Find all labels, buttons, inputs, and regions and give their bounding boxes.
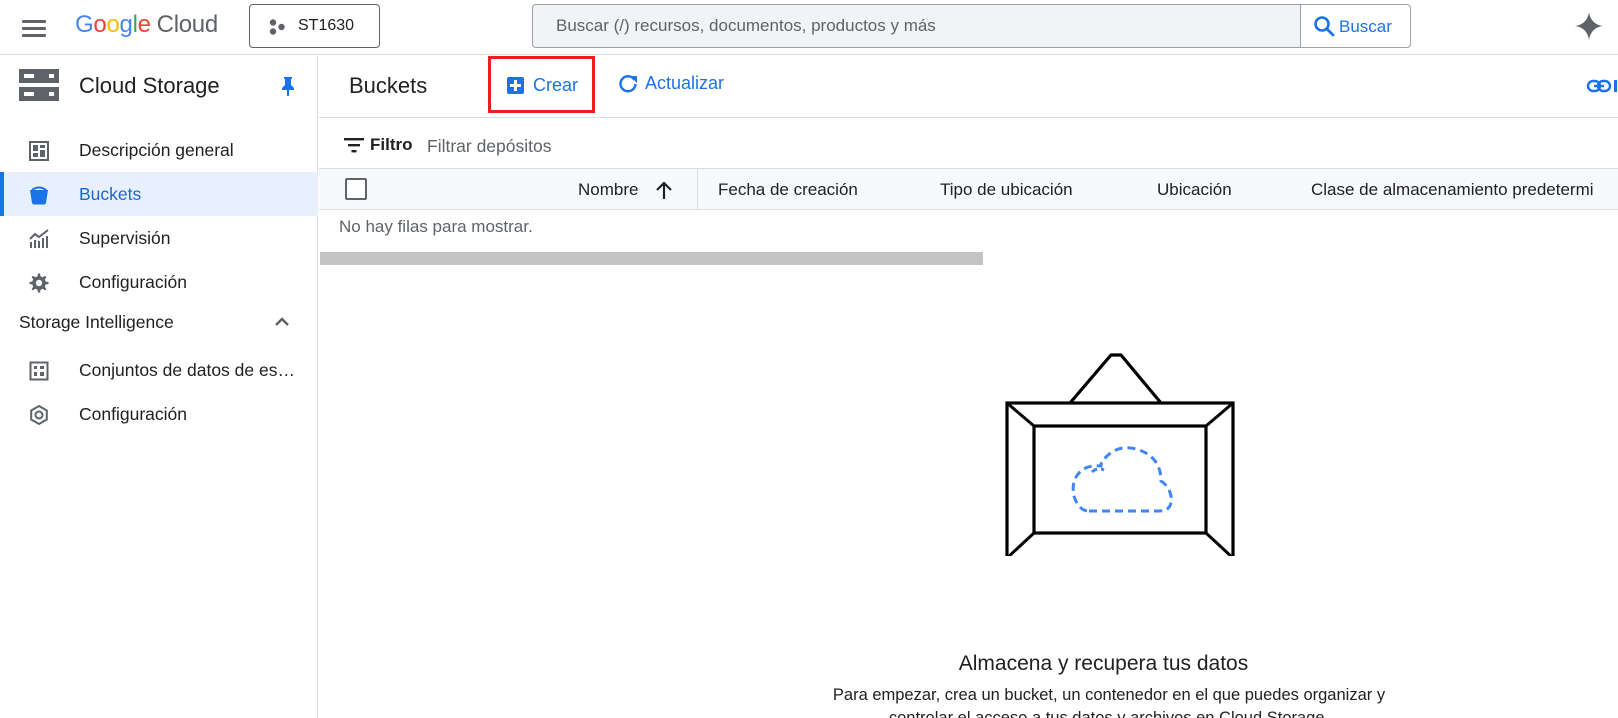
search-input[interactable] (534, 6, 1302, 46)
bucket-icon (30, 186, 48, 205)
search-button[interactable]: Buscar (1300, 5, 1410, 47)
arrow-up-sort-icon[interactable] (655, 180, 673, 200)
column-header-location-type[interactable]: Tipo de ubicación (940, 180, 1073, 200)
sidebar-item-label: Descripción general (79, 140, 234, 160)
dataset-grid-icon (29, 361, 49, 381)
monitoring-chart-icon (29, 229, 49, 248)
create-bucket-button[interactable]: Crear (488, 56, 595, 113)
sidebar-item-datasets[interactable]: Conjuntos de datos de es… (0, 348, 318, 392)
filter-label: Filtro (370, 135, 413, 154)
sidebar-item-buckets[interactable]: Buckets (0, 172, 318, 216)
page-title: Buckets (349, 73, 428, 98)
sidebar-item-label: Configuración (79, 272, 187, 292)
filter-input[interactable] (427, 129, 827, 163)
product-title: Cloud Storage (79, 73, 220, 98)
refresh-button[interactable]: Actualizar (617, 70, 747, 100)
create-button-label: Crear (533, 75, 579, 95)
sidebar-item-label: Conjuntos de datos de es… (79, 360, 295, 380)
section-title: Storage Intelligence (19, 312, 174, 332)
top-app-bar: Google Cloud ST1630 Buscar (0, 0, 1618, 55)
select-all-checkbox[interactable] (345, 178, 367, 200)
settings-outline-icon (30, 404, 48, 426)
project-picker-button[interactable]: ST1630 (249, 4, 380, 48)
sidebar-item-monitoring[interactable]: Supervisión (0, 216, 318, 260)
sidebar-item-label: Configuración (79, 404, 187, 424)
main-menu-button[interactable] (18, 12, 50, 44)
column-header-location[interactable]: Ubicación (1157, 180, 1232, 200)
column-header-storage-class[interactable]: Clase de almacenamiento predetermi (1311, 180, 1594, 200)
empty-state-title: Almacena y recupera tus datos (958, 652, 1249, 675)
project-dots-icon (269, 19, 285, 35)
product-header: Cloud Storage (0, 56, 318, 116)
search-button-label: Buscar (1339, 17, 1392, 36)
main-content: Buckets Crear Actualizar Filtro Filtrar … (319, 56, 1618, 718)
storage-intelligence-section-toggle[interactable]: Storage Intelligence (0, 300, 318, 344)
refresh-button-label: Actualizar (645, 73, 725, 93)
empty-state-description: Para empezar, crea un bucket, un contene… (832, 686, 1386, 718)
column-divider[interactable] (697, 169, 698, 209)
search-icon (1314, 16, 1335, 37)
column-header-created[interactable]: Fecha de creación (718, 180, 858, 200)
dashboard-icon (29, 141, 49, 161)
project-name: ST1630 (298, 17, 355, 34)
bucket-frame-illustration (1005, 353, 1235, 556)
sidebar-item-overview[interactable]: Descripción general (0, 128, 318, 172)
horizontal-scrollbar[interactable] (320, 252, 983, 265)
refresh-icon (619, 75, 637, 93)
add-box-icon (507, 77, 524, 94)
sidebar-item-label: Buckets (79, 184, 142, 204)
page-header: Buckets Crear Actualizar (319, 56, 1618, 118)
table-header: Nombre Fecha de creación Tipo de ubicaci… (319, 168, 1618, 210)
pin-icon[interactable] (279, 76, 297, 96)
chevron-up-icon (275, 317, 289, 326)
link-icon[interactable] (1586, 74, 1618, 98)
sidebar-item-settings[interactable]: Configuración (0, 260, 318, 304)
cloud-storage-icon (19, 69, 59, 101)
filter-bar: Filtro (319, 119, 1618, 173)
left-navigation: Cloud Storage Descripción general Bucket… (0, 56, 318, 718)
column-header-name[interactable]: Nombre (578, 180, 638, 200)
filter-icon (344, 138, 364, 153)
gear-icon (29, 273, 49, 293)
sidebar-item-intelligence-settings[interactable]: Configuración (0, 392, 318, 436)
empty-table-message: No hay filas para mostrar. (339, 217, 533, 236)
global-search: Buscar (532, 4, 1411, 48)
sidebar-item-label: Supervisión (79, 228, 171, 248)
gemini-sparkle-icon[interactable] (1573, 10, 1605, 42)
google-cloud-logo[interactable]: Google Cloud (75, 10, 218, 40)
